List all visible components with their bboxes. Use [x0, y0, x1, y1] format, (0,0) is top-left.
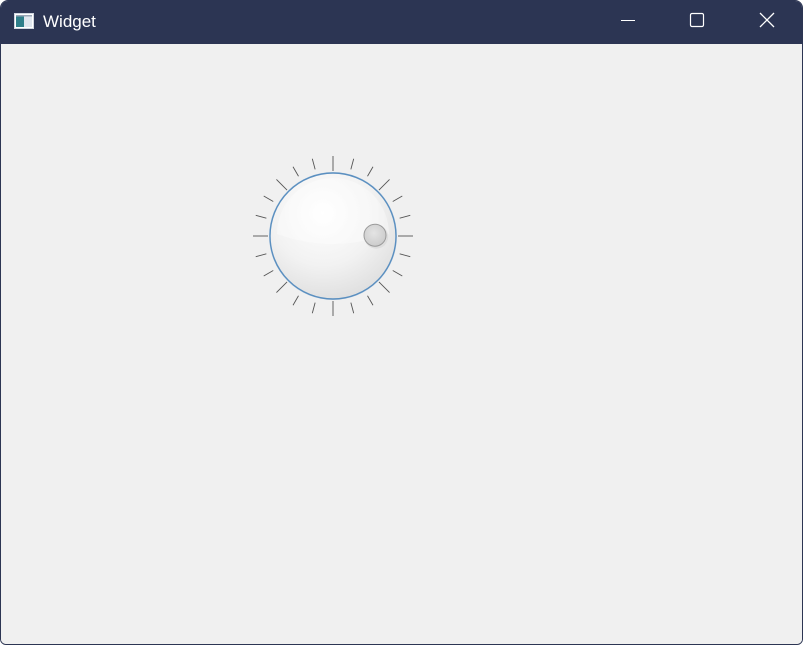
dial-notch: [276, 281, 288, 293]
minimize-button[interactable]: [593, 1, 663, 44]
dial-notch: [399, 214, 411, 219]
dial-notch: [367, 166, 374, 177]
app-icon: [14, 13, 34, 29]
dial[interactable]: [251, 154, 415, 318]
dial-notch: [276, 179, 288, 191]
close-button[interactable]: [732, 1, 802, 44]
dial-notch: [263, 270, 274, 277]
dial-notch: [392, 270, 403, 277]
close-icon: [759, 12, 775, 33]
app-window: Widget: [0, 0, 803, 645]
dial-notch: [399, 253, 411, 258]
dial-notch: [378, 179, 390, 191]
title-bar[interactable]: Widget: [1, 1, 802, 44]
dial-notch: [263, 195, 274, 202]
widget-client-area: [1, 44, 802, 644]
dial-notch: [392, 195, 403, 202]
maximize-button[interactable]: [662, 1, 732, 44]
maximize-icon: [689, 12, 705, 33]
dial-notch: [350, 158, 355, 170]
dial-notch: [255, 253, 267, 258]
dial-notch: [292, 295, 299, 306]
window-title: Widget: [43, 12, 96, 31]
dial-notch: [378, 281, 390, 293]
minimize-icon: [620, 12, 636, 33]
dial-notch: [350, 302, 355, 314]
dial-notch: [292, 166, 299, 177]
dial-notch: [367, 295, 374, 306]
dial-notch: [311, 302, 316, 314]
dial-notch: [311, 158, 316, 170]
dial-notch: [255, 214, 267, 219]
